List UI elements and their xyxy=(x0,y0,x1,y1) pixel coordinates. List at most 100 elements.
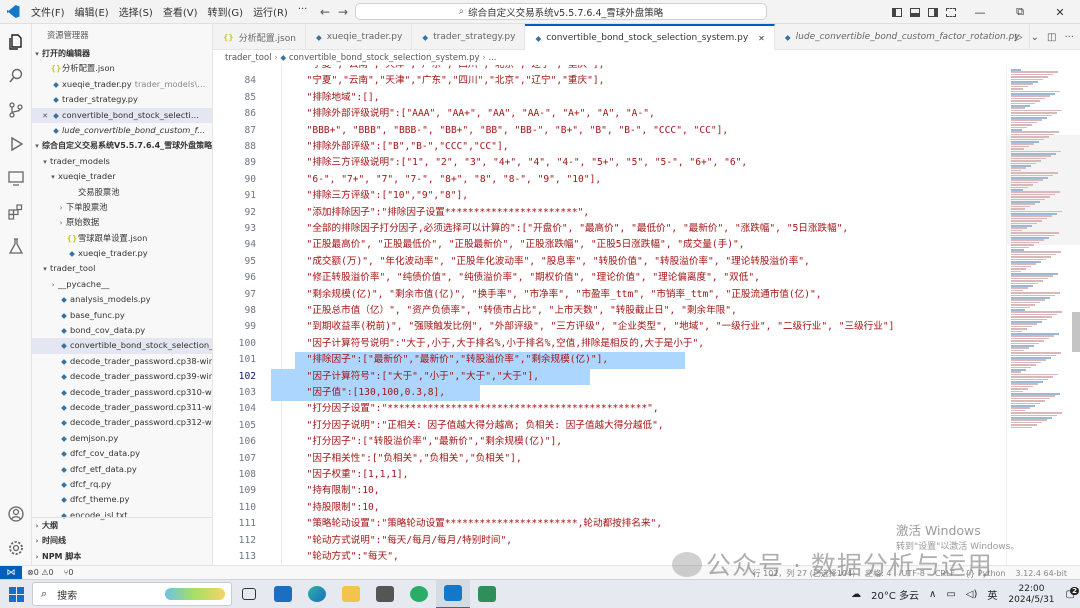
toggle-panel-icon[interactable] xyxy=(906,0,924,24)
tree-file[interactable]: ◆ dfcf_etf_data.py xyxy=(32,462,212,477)
source-control-icon[interactable] xyxy=(4,98,28,122)
extensions-icon[interactable] xyxy=(4,200,28,224)
tree-folder[interactable]: › 原始数据 xyxy=(32,215,212,230)
code-line[interactable]: "添加排除因子":"排除因子设置***********************"… xyxy=(295,205,1006,221)
tree-file[interactable]: ◆ demjson.py xyxy=(32,431,212,446)
menu-item[interactable]: 运行(R) xyxy=(248,4,293,19)
code-line[interactable]: "到期收益率(税前)", "强赎触发比例", "外部评级", "三方评级", "… xyxy=(295,319,1006,335)
code-line[interactable]: "打分因子":["转股溢价率","最新价","剩余规模(亿)"], xyxy=(295,434,1006,450)
code-line[interactable]: "排除外部评级":["B","B-","CCC","CC"], xyxy=(295,139,1006,155)
menu-item[interactable]: 编辑(E) xyxy=(70,4,114,19)
tree-file[interactable]: ◆ decode_trader_password.cp311-wi... xyxy=(32,400,212,415)
split-editor-icon[interactable]: ◫ xyxy=(1047,32,1056,43)
editor-tab[interactable]: ◆ convertible_bond_stock_selection_system… xyxy=(525,24,775,50)
store-icon[interactable] xyxy=(368,580,402,608)
open-editor-item[interactable]: ◆ lude_convertible_bond_custom_f... xyxy=(32,123,212,138)
open-editor-item[interactable]: ◆ xueqie_trader.py trader_models\... xyxy=(32,77,212,92)
run-debug-icon[interactable] xyxy=(4,132,28,156)
menu-item[interactable]: 查看(V) xyxy=(158,4,203,19)
file-explorer-icon[interactable] xyxy=(334,580,368,608)
code-editor[interactable]: "宁夏","云南","天津","广东","四川","北京","辽宁","重庆"]… xyxy=(213,65,1006,565)
code-line[interactable]: "全部的排除因子打分因子,必须选择可以计算的":["开盘价", "最高价", "… xyxy=(295,221,1006,237)
tree-folder[interactable]: › __pycache__ xyxy=(32,277,212,292)
ports-count[interactable]: ⑂0 xyxy=(59,568,79,577)
code-line[interactable]: "排除三方评级说明":["1", "2", "3", "4+", "4", "4… xyxy=(295,155,1006,171)
code-line[interactable]: "排除地域":[], xyxy=(295,90,1006,106)
tree-file[interactable]: ◆ dfcf_cov_data.py xyxy=(32,446,212,461)
close-icon[interactable]: ✕ xyxy=(758,34,765,43)
menu-item[interactable]: 选择(S) xyxy=(114,4,158,19)
editor-tab[interactable]: ◆ lude_convertible_bond_custom_factor_rot… xyxy=(775,24,1030,50)
task-view-icon[interactable] xyxy=(232,580,266,608)
code-line[interactable]: "因子计算符号说明":"大于,小于,大于排名%,小于排名%,空值,排除是相反的,… xyxy=(295,336,1006,352)
terminal-app-icon[interactable] xyxy=(470,580,504,608)
tree-file[interactable]: ◆ dfcf_rq.py xyxy=(32,477,212,492)
open-editor-item[interactable]: ✕ ◆ convertible_bond_stock_selecti... xyxy=(32,107,212,123)
tree-file[interactable]: 交易股票池 xyxy=(32,185,212,200)
tree-folder[interactable]: ▾ trader_tool xyxy=(32,261,212,276)
editor-scrollbar-thumb[interactable] xyxy=(1072,312,1080,352)
menu-item[interactable]: 转到(G) xyxy=(203,4,249,19)
vscode-app-icon[interactable] xyxy=(436,579,470,608)
tree-file[interactable]: ◆ analysis_models.py xyxy=(32,292,212,307)
wechat-app-icon[interactable] xyxy=(402,580,436,608)
code-line[interactable]: "因子计算符号":["大于","小于","大于","大于"], xyxy=(295,369,1006,385)
customize-layout-icon[interactable] xyxy=(942,0,960,24)
editor-tab[interactable]: ◆ xueqie_trader.py xyxy=(306,24,413,50)
code-line[interactable]: "宁夏","云南","天津","广东","四川","北京","辽宁","重庆"]… xyxy=(295,73,1006,89)
python-interpreter[interactable]: 3.12.4 64-bit xyxy=(1011,569,1073,578)
notifications-icon[interactable]: ▢ 2 xyxy=(1061,587,1080,600)
sidebar-section[interactable]: › 大纲 xyxy=(32,518,212,533)
tree-file[interactable]: ◆ convertible_bond_stock_selection_s... xyxy=(32,338,212,354)
explorer-icon[interactable] xyxy=(4,30,28,54)
testing-flask-icon[interactable] xyxy=(4,234,28,258)
remote-indicator-icon[interactable]: ⋈ xyxy=(0,565,22,580)
editor-tab[interactable]: ◆ trader_strategy.py xyxy=(412,24,526,50)
remote-explorer-icon[interactable] xyxy=(4,166,28,190)
more-actions-icon[interactable]: ··· xyxy=(1064,32,1074,43)
breadcrumb-file[interactable]: convertible_bond_stock_selection_system.… xyxy=(289,53,480,63)
search-icon[interactable] xyxy=(4,64,28,88)
taskbar-search-box[interactable]: ⌕ 搜索 xyxy=(32,582,232,606)
toggle-secondary-sidebar-icon[interactable] xyxy=(924,0,942,24)
problems-count[interactable]: ⊗0 ⚠0 xyxy=(22,568,59,577)
code-line[interactable]: "BBB+", "BBB", "BBB-", "BB+", "BB", "BB-… xyxy=(295,123,1006,139)
code-line[interactable]: "宁夏","云南","天津","广东","四川","北京","辽宁","重庆"]… xyxy=(295,65,1006,73)
tree-file[interactable]: ◆ decode_trader_password.cp39-win_... xyxy=(32,369,212,384)
tray-overflow-icon[interactable]: ∧ xyxy=(924,589,941,600)
code-line[interactable]: "因子值":[130,100,0.3,8], xyxy=(295,385,1006,401)
menu-item[interactable]: ··· xyxy=(293,4,313,19)
menu-item[interactable]: 文件(F) xyxy=(26,4,70,19)
breadcrumb-folder[interactable]: trader_tool xyxy=(225,53,272,63)
breadcrumb-symbol[interactable]: ... xyxy=(488,53,496,63)
tree-file[interactable]: ◆ dfcf_theme.py xyxy=(32,492,212,507)
tree-folder[interactable]: › 下单股票池 xyxy=(32,200,212,215)
code-line[interactable]: "正股最高价", "正股最低价", "正股最新价", "正股涨跌幅", "正股5… xyxy=(295,237,1006,253)
code-line[interactable]: "成交额(万)", "年化波动率", "正股年化波动率", "股息率", "转股… xyxy=(295,254,1006,270)
code-line[interactable]: "排除因子":["最新价","最新价","转股溢价率","剩余规模(亿)"], xyxy=(295,352,1006,368)
sidebar-section[interactable]: › 时间线 xyxy=(32,533,212,548)
tree-file[interactable]: ◆ decode_trader_password.cp312-wi... xyxy=(32,415,212,430)
toggle-sidebar-icon[interactable] xyxy=(888,0,906,24)
open-editor-item[interactable]: ◆ trader_strategy.py xyxy=(32,92,212,107)
code-line[interactable]: "持股限制":10, xyxy=(295,500,1006,516)
weather-icon[interactable]: ☁ xyxy=(846,589,866,600)
volume-icon[interactable]: ◁) xyxy=(961,589,983,600)
chevron-down-icon[interactable]: ⌄ xyxy=(1031,32,1039,43)
tree-file[interactable]: ◆ decode_trader_password.cp310-wi... xyxy=(32,385,212,400)
tree-file[interactable]: ◆ xueqie_trader.py xyxy=(32,246,212,261)
run-python-file-icon[interactable]: ▷ xyxy=(1015,32,1023,43)
code-line[interactable]: "剩余规模(亿)", "剩余市值(亿)", "换手率", "市净率", "市盈率… xyxy=(295,287,1006,303)
windows-start-icon[interactable] xyxy=(0,580,32,608)
tree-folder[interactable]: ▾ trader_models xyxy=(32,154,212,169)
tree-file[interactable]: ◆ decode_trader_password.cp38-win_... xyxy=(32,354,212,369)
code-line[interactable]: "因子相关性":["负相关","负相关","负相关"], xyxy=(295,451,1006,467)
code-line[interactable]: "打分因子说明":"正相关: 因子值越大得分越高; 负相关: 因子值越大得分越低… xyxy=(295,418,1006,434)
command-center-search[interactable]: ⌕ 综合自定义交易系统v5.5.7.6.4_雪球外盘策略 xyxy=(355,3,767,20)
back-arrow-icon[interactable]: ← xyxy=(316,5,334,19)
editor-tab[interactable]: {} 分析配置.json xyxy=(213,24,306,50)
account-icon[interactable] xyxy=(4,502,28,526)
mail-icon[interactable] xyxy=(266,580,300,608)
tree-file[interactable]: ◆ bond_cov_data.py xyxy=(32,323,212,338)
sidebar-section[interactable]: › NPM 脚本 xyxy=(32,549,212,564)
